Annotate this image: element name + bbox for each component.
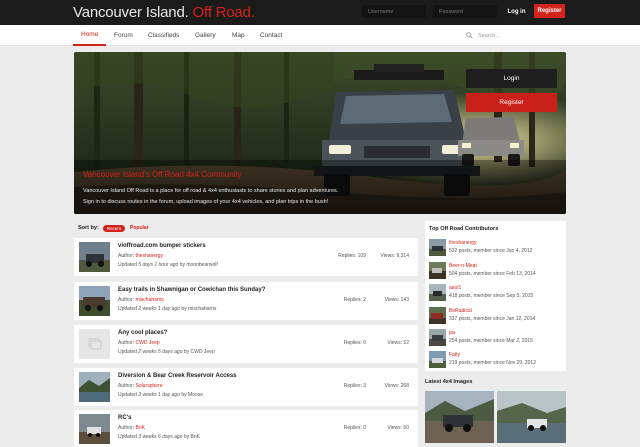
thread-thumbnail[interactable] bbox=[79, 414, 110, 444]
thread-row[interactable]: Any cool places? Author: CWD Jeep Update… bbox=[74, 325, 418, 363]
contributor-meta: 504 posts, member since Feb 13, 2014 bbox=[449, 271, 536, 277]
nav-home[interactable]: Home bbox=[73, 25, 107, 46]
hero-line-1: Vancouver Island Off Road is a place for… bbox=[83, 188, 339, 194]
thread-replies: Replies: 2 bbox=[343, 297, 366, 303]
nav-map[interactable]: Map bbox=[232, 25, 245, 46]
thread-updated: Updated 2 weeks 5 days ago by CWD Jeep bbox=[118, 349, 215, 355]
nav-forum[interactable]: Forum bbox=[114, 25, 133, 46]
thread-author: Author: theshanergy bbox=[118, 253, 164, 259]
contributor-meta: 337 posts, member since Jan 12, 2014 bbox=[449, 316, 536, 322]
topbar-register-button[interactable]: Register bbox=[534, 4, 565, 18]
thread-author: Author: mischaharris bbox=[118, 297, 164, 303]
thread-thumbnail[interactable] bbox=[79, 242, 110, 272]
thread-title[interactable]: vioffroad.com bumper stickers bbox=[118, 243, 206, 249]
contributor-name[interactable]: aaoi1 bbox=[449, 285, 461, 291]
hero-banner: Vancouver Island's Off Road 4x4 Communit… bbox=[74, 52, 566, 214]
contributor-name[interactable]: Beer-n-Meat bbox=[449, 263, 477, 269]
thread-thumbnail-placeholder[interactable] bbox=[79, 329, 110, 359]
thread-replies: Replies: 0 bbox=[343, 425, 366, 431]
thread-title[interactable]: Diversion & Bear Creek Reservoir Access bbox=[118, 373, 237, 379]
sort-label: Sort by: bbox=[78, 225, 99, 231]
thread-author-link[interactable]: Solarsphere bbox=[136, 383, 163, 389]
thread-author-link[interactable]: theshanergy bbox=[136, 253, 164, 259]
thread-author-link[interactable]: BnK bbox=[136, 425, 145, 431]
hero-line-2: Sign in to discuss routes in the forum, … bbox=[83, 199, 329, 205]
thread-author: Author: Solarsphere bbox=[118, 383, 163, 389]
contributor-meta: 532 posts, member since Jun 4, 2012 bbox=[449, 248, 533, 254]
avatar[interactable] bbox=[429, 262, 446, 279]
avatar[interactable] bbox=[429, 284, 446, 301]
thread-replies: Replies: 3 bbox=[343, 383, 366, 389]
avatar[interactable] bbox=[429, 329, 446, 346]
thread-row[interactable]: Diversion & Bear Creek Reservoir Access … bbox=[74, 368, 418, 406]
avatar[interactable] bbox=[429, 351, 446, 368]
thread-row[interactable]: vioffroad.com bumper stickers Author: th… bbox=[74, 238, 418, 276]
search-input[interactable]: Search... bbox=[466, 29, 566, 42]
thread-author-link[interactable]: mischaharris bbox=[136, 297, 164, 303]
thread-views: Views: 9,314 bbox=[380, 253, 409, 259]
contributor-name[interactable]: jas bbox=[449, 330, 455, 336]
contributor-meta: 219 posts, member since Nov 29, 2012 bbox=[449, 360, 536, 366]
sort-recent-button[interactable]: Recent bbox=[102, 224, 126, 232]
thread-thumbnail[interactable] bbox=[79, 372, 110, 402]
contributor-name[interactable]: BeRadical bbox=[449, 308, 472, 314]
sort-bar: Sort by: Recent Popular bbox=[74, 221, 418, 235]
hero-title: Vancouver Island's Off Road 4x4 Communit… bbox=[83, 170, 242, 179]
image-placeholder-icon bbox=[79, 329, 110, 359]
thread-author: Author: BnK bbox=[118, 425, 145, 431]
search-icon bbox=[466, 32, 473, 39]
hero-login-button[interactable]: Login bbox=[466, 69, 557, 88]
top-bar: Vancouver Island. Off Road. Username Pas… bbox=[0, 0, 640, 25]
thread-views: Views: 52 bbox=[387, 340, 409, 346]
contributor-meta: 418 posts, member since Sep 5, 2015 bbox=[449, 293, 534, 299]
thread-author: Author: CWD Jeep bbox=[118, 340, 160, 346]
thread-title[interactable]: RC's bbox=[118, 415, 131, 421]
thread-views: Views: 143 bbox=[384, 297, 409, 303]
thread-title[interactable]: Any cool places? bbox=[118, 330, 167, 336]
contributor-item[interactable]: theshanergy 532 posts, member since Jun … bbox=[429, 239, 564, 258]
nav-classifieds[interactable]: Classifieds bbox=[148, 25, 179, 46]
thread-updated: Updated 3 weeks 6 days ago by BnK bbox=[118, 434, 201, 440]
contributor-item[interactable]: jas 254 posts, member since Mar 2, 2015 bbox=[429, 329, 564, 348]
latest-images-title: Latest 4x4 Images bbox=[425, 379, 473, 385]
nav-contact[interactable]: Contact bbox=[260, 25, 282, 46]
thread-updated: Updated 2 weeks 1 day ago by mischaharri… bbox=[118, 306, 217, 312]
contributors-title: Top Off Road Contributors bbox=[429, 226, 499, 232]
contributor-item[interactable]: Fatty 219 posts, member since Nov 29, 20… bbox=[429, 351, 564, 370]
contributor-item[interactable]: BeRadical 337 posts, member since Jan 12… bbox=[429, 307, 564, 326]
avatar[interactable] bbox=[429, 307, 446, 324]
avatar[interactable] bbox=[429, 239, 446, 256]
thread-author-link[interactable]: CWD Jeep bbox=[136, 340, 160, 346]
contributor-name[interactable]: theshanergy bbox=[449, 240, 477, 246]
thread-thumbnail[interactable] bbox=[79, 286, 110, 316]
thread-updated: Updated 5 days 1 hour ago by moonbearwol… bbox=[118, 262, 218, 268]
contributor-item[interactable]: Beer-n-Meat 504 posts, member since Feb … bbox=[429, 262, 564, 281]
thread-replies: Replies: 0 bbox=[343, 340, 366, 346]
site-logo[interactable]: Vancouver Island. Off Road. bbox=[73, 4, 255, 21]
nav-gallery[interactable]: Gallery bbox=[195, 25, 216, 46]
gallery-image[interactable] bbox=[497, 391, 566, 443]
main-nav: Home Forum Classifieds Gallery Map Conta… bbox=[0, 25, 640, 46]
thread-updated: Updated 3 weeks 1 day ago by Moose bbox=[118, 392, 204, 398]
sort-popular-link[interactable]: Popular bbox=[130, 225, 149, 231]
topbar-login-button[interactable]: Log in bbox=[503, 5, 530, 18]
thread-row[interactable]: RC's Author: BnK Updated 3 weeks 6 days … bbox=[74, 410, 418, 447]
thread-views: Views: 268 bbox=[384, 383, 409, 389]
thread-title[interactable]: Easy trails in Shawnigan or Cowichan thi… bbox=[118, 287, 265, 293]
contributor-meta: 254 posts, member since Mar 2, 2015 bbox=[449, 338, 533, 344]
username-input[interactable]: Username bbox=[362, 5, 426, 18]
thread-row[interactable]: Easy trails in Shawnigan or Cowichan thi… bbox=[74, 282, 418, 320]
top-contributors-panel: Top Off Road Contributors theshanergy 53… bbox=[425, 221, 566, 371]
search-placeholder: Search... bbox=[478, 32, 501, 39]
password-input[interactable]: Password bbox=[433, 5, 497, 18]
thread-views: Views: 60 bbox=[387, 425, 409, 431]
contributor-item[interactable]: aaoi1 418 posts, member since Sep 5, 201… bbox=[429, 284, 564, 303]
contributor-name[interactable]: Fatty bbox=[449, 352, 460, 358]
brand-accent: Off Road. bbox=[192, 4, 255, 21]
gallery-image[interactable] bbox=[425, 391, 494, 443]
thread-replies: Replies: 109 bbox=[338, 253, 366, 259]
hero-register-button[interactable]: Register bbox=[466, 93, 557, 112]
brand-name: Vancouver Island. bbox=[73, 4, 189, 21]
hero-description: Vancouver Island Off Road is a place for… bbox=[83, 186, 338, 208]
